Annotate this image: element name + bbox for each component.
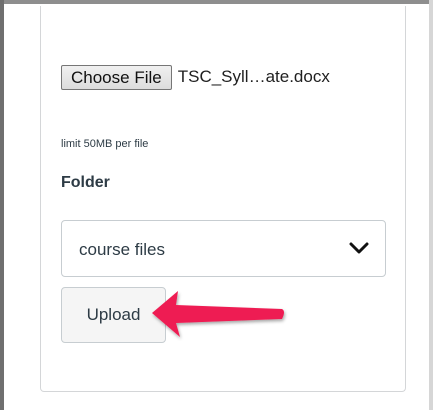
selected-file-name: TSC_Syll…ate.docx — [177, 67, 330, 86]
chevron-down-icon — [349, 242, 369, 254]
file-chooser: Choose File TSC_Syll…ate.docx — [61, 64, 330, 90]
window-right-border — [429, 0, 433, 410]
file-size-limit-note: limit 50MB per file — [61, 138, 149, 150]
folder-label: Folder — [61, 174, 110, 191]
window-left-border — [0, 0, 4, 410]
folder-select-value: course files — [79, 240, 165, 259]
window-top-border — [0, 0, 433, 4]
arrow-pointer-icon — [152, 291, 284, 337]
folder-select[interactable]: course files — [61, 220, 386, 277]
choose-file-button[interactable]: Choose File — [61, 64, 172, 90]
